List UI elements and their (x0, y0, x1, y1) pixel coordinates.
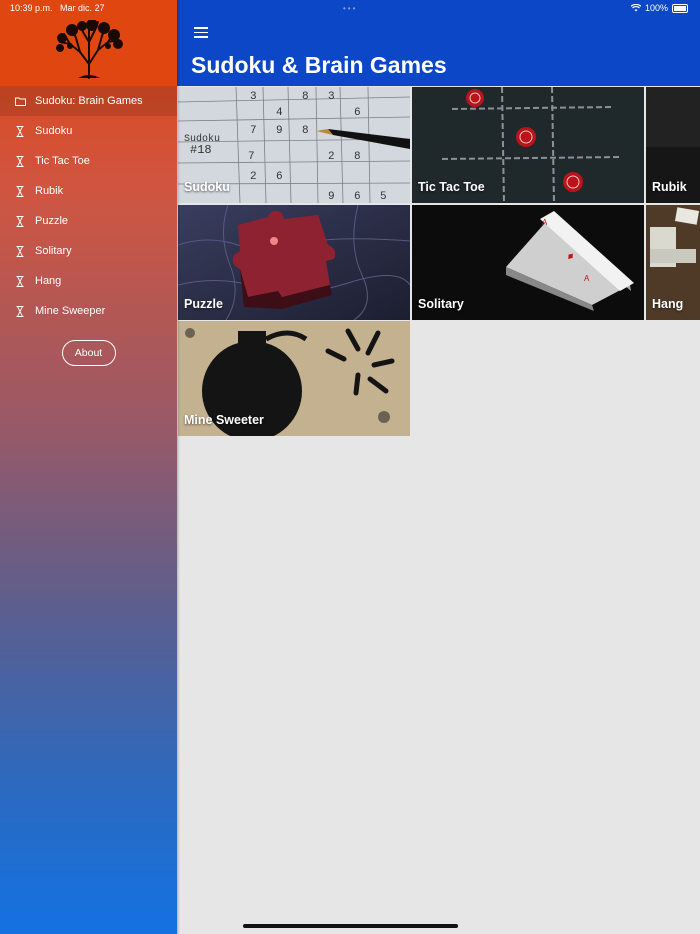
svg-text:8: 8 (354, 151, 361, 163)
svg-text:2: 2 (250, 171, 257, 183)
sidebar-nav: Sudoku: Brain Games Sudoku Tic Tac Toe R… (0, 86, 177, 326)
svg-text:9: 9 (276, 125, 283, 137)
tile-rubik[interactable]: Rubik (646, 87, 700, 203)
wifi-icon (630, 4, 641, 12)
page-title: Sudoku & Brain Games (191, 52, 447, 78)
sidebar-item-solitary[interactable]: Solitary (0, 236, 177, 266)
tile-sudoku[interactable]: 383 46 798 728 26 965 Sudoku #18 Sudoku (178, 87, 410, 203)
svg-text:6: 6 (354, 107, 361, 119)
svg-text:8: 8 (302, 125, 309, 137)
sidebar-item-label: Hang (35, 275, 62, 287)
sidebar-item-mine-sweeper[interactable]: Mine Sweeper (0, 296, 177, 326)
tile-mine-sweeter[interactable]: Mine Sweeter (178, 321, 410, 436)
svg-text:7: 7 (250, 125, 257, 137)
sidebar-item-label: Rubik (35, 185, 64, 197)
sidebar-item-label: Solitary (35, 245, 72, 257)
tile-solitary[interactable]: ♦ A A Solitary (412, 205, 644, 320)
tile-label: Mine Sweeter (184, 413, 264, 427)
tile-label: Sudoku (184, 180, 230, 194)
sidebar-item-sudoku[interactable]: Sudoku (0, 116, 177, 146)
battery-icon (672, 3, 688, 13)
status-right: 100% (630, 3, 688, 13)
svg-text:3: 3 (250, 91, 257, 103)
svg-text:6: 6 (354, 191, 361, 203)
multitask-dots: ••• (343, 4, 358, 13)
tile-hang[interactable]: Hang (646, 205, 700, 320)
svg-text:7: 7 (248, 151, 255, 163)
sidebar-item-puzzle[interactable]: Puzzle (0, 206, 177, 236)
tile-label: Rubik (652, 180, 687, 194)
svg-text:8: 8 (302, 91, 309, 103)
status-bar: 10:39 p.m. Mar dic. 27 ••• 100% (0, 0, 700, 16)
sidebar-item-label: Tic Tac Toe (35, 155, 90, 167)
folder-icon (14, 95, 26, 107)
hourglass-icon (14, 275, 26, 287)
svg-text:3: 3 (328, 91, 335, 103)
sidebar-item-label: Puzzle (35, 215, 69, 227)
tile-label: Solitary (418, 297, 464, 311)
sidebar-shadow (177, 0, 180, 934)
svg-text:A: A (542, 218, 548, 227)
sidebar: Sudoku: Brain Games Sudoku Tic Tac Toe R… (0, 0, 177, 934)
hourglass-icon (14, 305, 26, 317)
tile-label: Hang (652, 297, 684, 311)
svg-text:4: 4 (276, 107, 283, 119)
hourglass-icon (14, 155, 26, 167)
sidebar-item-label: Sudoku: Brain Games (35, 95, 143, 107)
tree-logo-icon (56, 20, 123, 79)
battery-text: 100% (644, 3, 668, 13)
sidebar-item-tic-tac-toe[interactable]: Tic Tac Toe (0, 146, 177, 176)
about-button[interactable]: About (61, 340, 116, 366)
sidebar-item-sudoku-brain-games[interactable]: Sudoku: Brain Games (0, 86, 177, 116)
status-time: 10:39 p.m. Mar dic. 27 (10, 3, 105, 13)
svg-text:5: 5 (380, 191, 387, 203)
sidebar-item-hang[interactable]: Hang (0, 266, 177, 296)
svg-text:2: 2 (328, 151, 335, 163)
tile-puzzle[interactable]: Puzzle (178, 205, 410, 320)
hourglass-icon (14, 185, 26, 197)
home-indicator (243, 924, 458, 928)
hourglass-icon (14, 125, 26, 137)
tile-tic-tac-toe[interactable]: Tic Tac Toe (412, 87, 644, 203)
svg-text:A: A (584, 274, 590, 283)
tile-label: Tic Tac Toe (418, 180, 485, 194)
svg-text:9: 9 (328, 191, 335, 203)
sidebar-item-label: Mine Sweeper (35, 305, 106, 317)
hamburger-menu-icon[interactable] (194, 27, 208, 39)
tile-label: Puzzle (184, 297, 223, 311)
sidebar-item-label: Sudoku (35, 125, 73, 137)
svg-text:6: 6 (276, 171, 283, 183)
sidebar-item-rubik[interactable]: Rubik (0, 176, 177, 206)
hourglass-icon (14, 215, 26, 227)
svg-text:#18: #18 (190, 143, 212, 157)
hourglass-icon (14, 245, 26, 257)
